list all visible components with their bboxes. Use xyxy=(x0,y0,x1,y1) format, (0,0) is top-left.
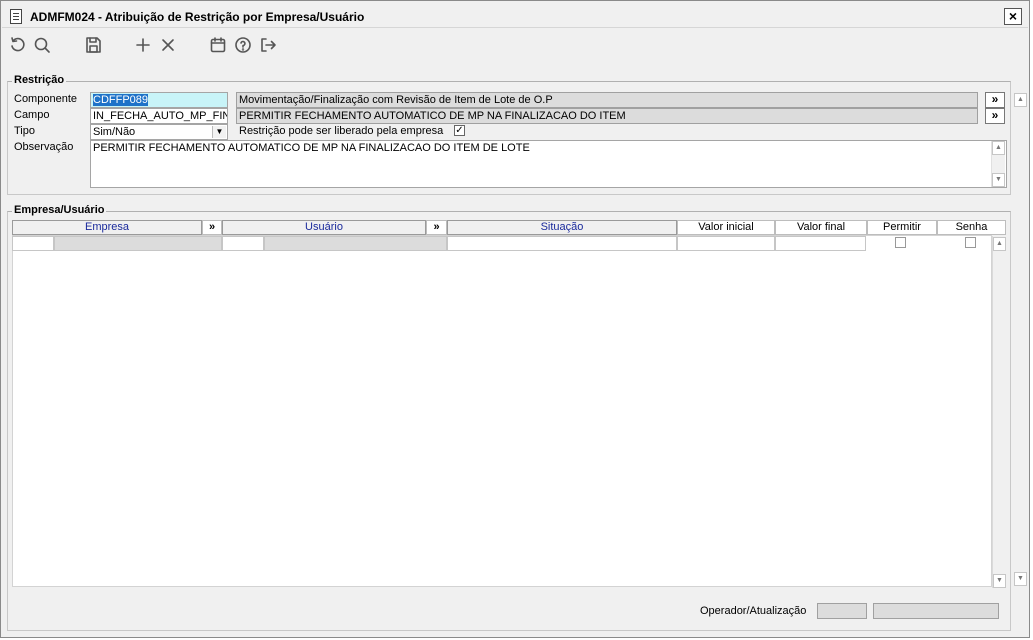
column-usuario[interactable]: Usuário xyxy=(222,220,426,235)
observacao-text: PERMITIR FECHAMENTO AUTOMATICO DE MP NA … xyxy=(93,142,530,154)
column-senha[interactable]: Senha xyxy=(937,220,1006,235)
componente-lookup-button[interactable]: » xyxy=(985,92,1005,108)
grid-scrollbar[interactable]: ▲ ▼ xyxy=(992,236,1006,588)
row-valor-final[interactable] xyxy=(775,236,866,251)
row-usuario-name xyxy=(264,236,447,251)
close-button[interactable]: × xyxy=(1004,8,1022,25)
refresh-icon[interactable] xyxy=(8,35,28,55)
empresa-lookup-button[interactable]: » xyxy=(202,220,222,235)
column-permitir[interactable]: Permitir xyxy=(867,220,937,235)
document-icon xyxy=(10,9,22,24)
scroll-up-icon[interactable]: ▲ xyxy=(992,141,1005,155)
operador-label: Operador/Atualização xyxy=(700,605,807,617)
save-icon[interactable] xyxy=(83,35,103,55)
liberado-checkbox[interactable]: ✓ xyxy=(454,125,465,136)
campo-label: Campo xyxy=(14,109,50,121)
empresa-usuario-title: Empresa/Usuário xyxy=(12,204,107,216)
calendar-icon[interactable] xyxy=(208,35,228,55)
liberado-label: Restrição pode ser liberado pela empresa xyxy=(239,125,444,137)
add-icon[interactable] xyxy=(133,35,153,55)
column-valor-final[interactable]: Valor final xyxy=(775,220,867,235)
outer-scroll-up-icon[interactable]: ▲ xyxy=(1014,93,1027,107)
outer-scroll-down-icon[interactable]: ▼ xyxy=(1014,572,1027,586)
operador-field xyxy=(817,603,867,619)
tipo-label: Tipo xyxy=(14,125,35,137)
row-senha-checkbox[interactable] xyxy=(965,237,976,248)
search-icon[interactable] xyxy=(32,35,52,55)
campo-lookup-button[interactable]: » xyxy=(985,108,1005,124)
componente-field[interactable]: CDFFP089 xyxy=(90,92,228,108)
restricao-title: Restrição xyxy=(12,74,67,86)
window: ADMFM024 - Atribuição de Restrição por E… xyxy=(0,0,1030,638)
componente-label: Componente xyxy=(14,93,77,105)
campo-description: PERMITIR FECHAMENTO AUTOMATICO DE MP NA … xyxy=(236,108,978,124)
observacao-label: Observação xyxy=(14,141,74,153)
componente-description: Movimentação/Finalização com Revisão de … xyxy=(236,92,978,108)
grid-scroll-down-icon[interactable]: ▼ xyxy=(993,574,1006,588)
delete-icon[interactable] xyxy=(158,35,178,55)
help-icon[interactable] xyxy=(233,35,253,55)
row-situacao[interactable] xyxy=(447,236,677,251)
grid-body[interactable] xyxy=(12,235,992,587)
column-valor-inicial[interactable]: Valor inicial xyxy=(677,220,775,235)
scroll-down-icon[interactable]: ▼ xyxy=(992,173,1005,187)
observacao-scrollbar[interactable]: ▲ ▼ xyxy=(991,141,1005,187)
atualizacao-field xyxy=(873,603,999,619)
row-permitir-checkbox[interactable] xyxy=(895,237,906,248)
title-bar: ADMFM024 - Atribuição de Restrição por E… xyxy=(2,6,1028,28)
grid-scroll-up-icon[interactable]: ▲ xyxy=(993,237,1006,251)
observacao-textarea[interactable]: PERMITIR FECHAMENTO AUTOMATICO DE MP NA … xyxy=(90,140,1007,188)
usuario-lookup-button[interactable]: » xyxy=(426,220,447,235)
row-empresa-name xyxy=(54,236,222,251)
campo-field[interactable]: IN_FECHA_AUTO_MP_FIN xyxy=(90,108,228,124)
row-empresa-code[interactable] xyxy=(12,236,54,251)
row-valor-inicial[interactable] xyxy=(677,236,775,251)
toolbar xyxy=(2,29,1028,61)
row-usuario-code[interactable] xyxy=(222,236,264,251)
window-title: ADMFM024 - Atribuição de Restrição por E… xyxy=(30,10,365,24)
tipo-select[interactable]: Sim/Não ▼ xyxy=(90,124,228,140)
column-empresa[interactable]: Empresa xyxy=(12,220,202,235)
chevron-down-icon[interactable]: ▼ xyxy=(212,126,226,138)
tipo-value: Sim/Não xyxy=(93,126,136,138)
exit-icon[interactable] xyxy=(258,35,278,55)
column-situacao[interactable]: Situação xyxy=(447,220,677,235)
content-panel: Restrição Componente CDFFP089 Movimentaç… xyxy=(2,61,1028,637)
